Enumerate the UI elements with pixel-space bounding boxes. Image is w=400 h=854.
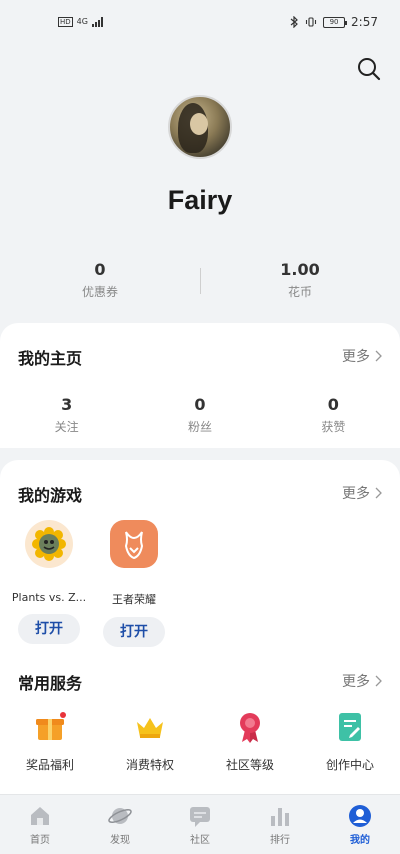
homepage-stats: 3 关注 0 粉丝 0 获赞 — [0, 395, 400, 435]
avatar-face-shape — [190, 113, 208, 135]
more-label: 更多 — [342, 349, 370, 365]
service-community-level[interactable]: 社区等级 — [200, 710, 300, 773]
user-icon — [349, 805, 371, 827]
more-label: 更多 — [342, 486, 370, 502]
tab-label: 首页 — [30, 835, 50, 846]
likes-value: 0 — [327, 395, 339, 414]
gift-icon — [33, 710, 67, 744]
following-label: 关注 — [54, 420, 79, 434]
likes-label: 获赞 — [321, 420, 346, 434]
signal-icon — [91, 17, 103, 27]
search-button[interactable] — [356, 56, 382, 82]
service-label: 奖品福利 — [25, 758, 74, 772]
services-grid: 奖品福利 消费特权 社区等级 创作中心 — [0, 710, 400, 773]
game-name: 王者荣耀 — [112, 593, 156, 606]
game-item[interactable]: 王者荣耀 打开 — [89, 520, 179, 647]
coins-stat[interactable]: 1.00 花币 — [200, 260, 400, 308]
coupons-label: 优惠券 — [81, 285, 118, 299]
chevron-right-icon — [375, 350, 382, 362]
my-games-title: 我的游戏 — [18, 486, 83, 505]
my-homepage-more-link[interactable]: 更多 — [342, 346, 382, 366]
tab-home[interactable]: 首页 — [0, 795, 80, 854]
plants-vs-zombies-game-icon[interactable] — [25, 520, 73, 568]
bottom-tab-bar: 首页 发现 社区 排行 我的 — [0, 794, 400, 854]
common-services-title: 常用服务 — [18, 674, 83, 693]
service-label: 社区等级 — [225, 758, 274, 772]
avatar[interactable] — [168, 95, 232, 159]
service-rewards[interactable]: 奖品福利 — [0, 710, 100, 773]
battery-icon: 90 — [323, 16, 348, 28]
status-bar-left: HD 4G — [58, 17, 103, 27]
followers-label: 粉丝 — [187, 420, 212, 434]
coupons-value: 0 — [94, 260, 106, 279]
stats-divider — [200, 268, 201, 294]
honor-of-kings-game-icon[interactable] — [110, 520, 158, 568]
document-edit-icon — [333, 710, 367, 744]
bluetooth-icon — [290, 16, 298, 28]
crown-icon — [133, 710, 167, 744]
planet-icon — [108, 808, 132, 824]
tab-me[interactable]: 我的 — [320, 795, 400, 854]
bar-chart-icon — [271, 808, 289, 826]
my-games-more-link[interactable]: 更多 — [342, 483, 382, 503]
tab-discover[interactable]: 发现 — [80, 795, 160, 854]
chevron-right-icon — [375, 675, 382, 687]
followers-value: 0 — [194, 395, 206, 414]
service-creator-center[interactable]: 创作中心 — [300, 710, 400, 773]
followers-stat[interactable]: 0 粉丝 — [133, 395, 266, 435]
open-game-button[interactable]: 打开 — [103, 617, 165, 647]
following-value: 3 — [61, 395, 73, 414]
sunflower-icon — [32, 527, 66, 561]
hd-icon: HD — [58, 17, 73, 27]
common-services-more-link[interactable]: 更多 — [342, 671, 382, 691]
likes-stat[interactable]: 0 获赞 — [267, 395, 400, 435]
network-label: 4G — [76, 17, 88, 26]
tab-community[interactable]: 社区 — [160, 795, 240, 854]
battery-level: 90 — [329, 17, 339, 26]
tab-label: 发现 — [110, 835, 130, 846]
game-name: Plants vs. Z... — [11, 591, 87, 604]
tab-ranking[interactable]: 排行 — [240, 795, 320, 854]
service-label: 消费特权 — [125, 758, 174, 772]
vibrate-icon — [305, 17, 317, 27]
search-icon — [358, 58, 381, 81]
following-stat[interactable]: 3 关注 — [0, 395, 133, 435]
open-game-button[interactable]: 打开 — [18, 614, 80, 644]
tab-label: 社区 — [190, 835, 210, 846]
status-bar-right: 90 2:57 — [289, 15, 378, 29]
clock: 2:57 — [351, 15, 378, 29]
status-bar: HD 4G 90 2:57 — [0, 0, 400, 44]
tab-label: 我的 — [350, 835, 370, 846]
username[interactable]: Fairy — [0, 185, 400, 216]
chat-icon — [190, 807, 210, 827]
helmet-icon — [124, 531, 144, 560]
tab-label: 排行 — [270, 835, 290, 846]
more-label: 更多 — [342, 674, 370, 690]
service-label: 创作中心 — [325, 758, 374, 772]
game-item[interactable]: Plants vs. Z... 打开 — [4, 520, 94, 644]
service-privileges[interactable]: 消费特权 — [100, 710, 200, 773]
my-games-card: 我的游戏 更多 Plants vs. Z... 打开 王者荣耀 打开 常用服务 … — [0, 460, 400, 802]
coupons-stat[interactable]: 0 优惠券 — [0, 260, 200, 308]
medal-icon — [233, 710, 267, 744]
my-homepage-card: 我的主页 更多 3 关注 0 粉丝 0 获赞 — [0, 323, 400, 448]
home-icon — [31, 807, 49, 825]
coins-value: 1.00 — [280, 260, 320, 279]
chevron-right-icon — [375, 487, 382, 499]
coins-label: 花币 — [287, 285, 312, 299]
my-homepage-title: 我的主页 — [18, 349, 83, 368]
